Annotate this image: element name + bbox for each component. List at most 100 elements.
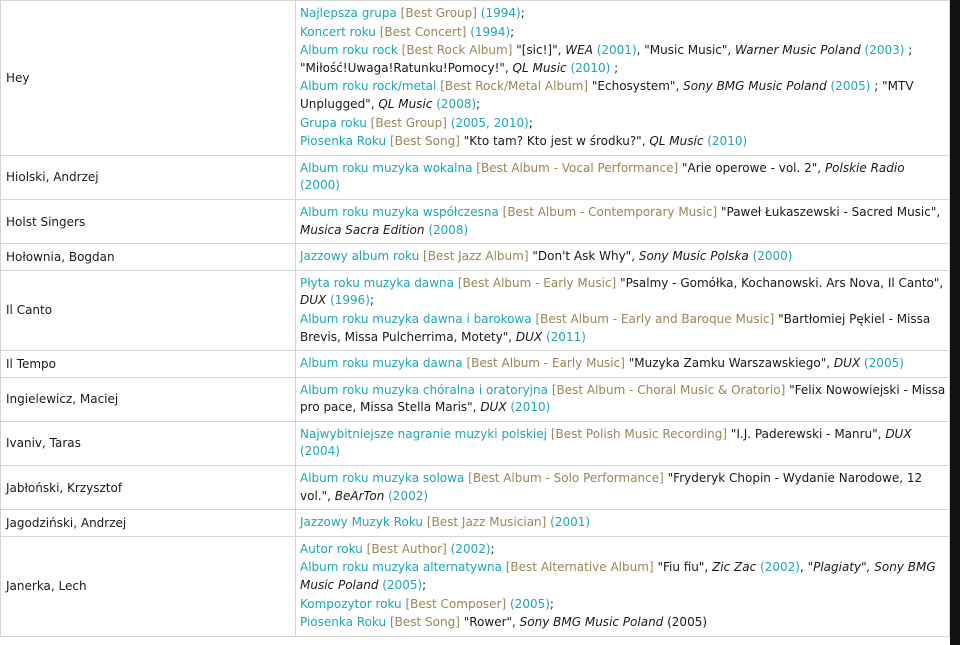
artist-row: Jabłoński, Krzysztof Album roku muzyka so…: [0, 465, 950, 511]
separator: ;: [610, 60, 619, 75]
album-title: "Echosystem",: [591, 79, 684, 94]
award-entry: Album roku muzyka solowa [Best Album - S…: [300, 470, 947, 505]
artist-name: Il Tempo: [0, 350, 296, 378]
artist-row: Hołownia, Bogdan Jazzowy album roku [Best…: [0, 243, 950, 271]
award-category-english: [Best Alternative Album]: [505, 560, 654, 575]
right-edge-bar: [950, 0, 960, 645]
award-entry: Album roku muzyka alternatywna [Best Alt…: [300, 559, 947, 594]
separator: ;: [369, 293, 375, 308]
awards-cell: Autor roku [Best Author] (2002); Album ro…: [295, 535, 950, 637]
separator: ;: [520, 6, 525, 20]
award-entry: Płyta roku muzyka dawna [Best Album - Ea…: [300, 275, 947, 310]
award-entry: Album roku muzyka dawna [Best Album - Ea…: [300, 355, 947, 373]
award-year: (2005, 2010): [450, 115, 529, 130]
artist-name: Hey: [0, 0, 296, 156]
award-category-english: [Best Concert]: [379, 24, 467, 39]
award-year: (2003): [860, 43, 905, 58]
artist-row: Il Canto Płyta roku muzyka dawna [Best Al…: [0, 269, 950, 352]
artist-row: Il Tempo Album roku muzyka dawna [Best Al…: [0, 350, 950, 378]
award-entry: Album roku muzyka dawna i barokowa [Best…: [300, 311, 947, 346]
award-category-english: [Best Album - Early Music]: [466, 356, 625, 371]
awards-table: Hey Najlepsza grupa [Best Group] (1994); K…: [0, 0, 950, 637]
award-year: (1996): [326, 293, 370, 308]
artist-row: Jagodziński, Andrzej Jazzowy Muzyk Roku […: [0, 509, 950, 537]
record-label: Sony BMG Music Poland: [519, 615, 664, 630]
award-year: (2001): [550, 515, 591, 530]
award-category-english: [Best Composer]: [405, 596, 507, 611]
award-year: (2001): [592, 43, 637, 58]
award-category: Jazzowy Muzyk Roku: [300, 515, 424, 530]
award-entry: Album roku muzyka chóralna i oratoryjna …: [300, 382, 947, 417]
award-year: (2010): [566, 60, 611, 75]
album-title: "Paweł Łukaszewski - Sacred Music",: [720, 204, 941, 219]
award-category: Album roku muzyka wokalna: [300, 160, 473, 175]
award-category: Jazzowy album roku: [300, 249, 420, 264]
award-category: Najlepsza grupa: [300, 6, 397, 20]
album-title: "Muzyka Zamku Warszawskiego",: [628, 356, 834, 371]
award-category-english: [Best Song]: [389, 134, 460, 149]
artist-row: Hey Najlepsza grupa [Best Group] (1994); K…: [0, 0, 950, 156]
award-year: (2005): [860, 356, 904, 371]
separator: ;: [422, 578, 427, 593]
artist-row: Holst Singers Album roku muzyka współczes…: [0, 198, 950, 245]
award-category-english: [Best Album - Early and Baroque Music]: [535, 311, 775, 326]
record-label: WEA: [565, 43, 593, 58]
award-category: Najwybitniejsze nagranie muzyki polskiej: [300, 426, 547, 441]
award-category: Grupa roku: [300, 115, 367, 130]
artist-name: Janerka, Lech: [0, 535, 296, 637]
awards-cell: Najwybitniejsze nagranie muzyki polskiej…: [295, 420, 950, 467]
record-label: DUX: [300, 293, 327, 308]
awards-cell: Najlepsza grupa [Best Group] (1994); Konc…: [295, 0, 950, 156]
album-title: "Psalmy - Gomółka, Kochanowski. Ars Nova…: [620, 275, 944, 290]
award-year: (2002): [450, 541, 491, 556]
award-entry: Piosenka Roku [Best Song] "Rower", Sony …: [300, 614, 947, 632]
award-year: (2010): [703, 134, 748, 149]
award-category: Koncert roku: [300, 24, 376, 39]
award-category-english: [Best Song]: [389, 615, 460, 630]
award-category-english: [Best Album - Early Music]: [457, 275, 617, 290]
award-entry: Album roku muzyka współczesna [Best Albu…: [300, 204, 947, 239]
artist-name: Hołownia, Bogdan: [0, 243, 296, 271]
award-year: (2010): [506, 400, 551, 415]
record-label: BeArTon: [334, 488, 385, 503]
artist-row: Hiolski, Andrzej Album roku muzyka wokaln…: [0, 154, 950, 200]
award-category: Album roku muzyka dawna: [300, 356, 463, 371]
album-title: "I.J. Paderewski - Manru",: [730, 426, 886, 441]
record-label: DUX: [515, 329, 543, 344]
awards-cell: Album roku muzyka współczesna [Best Albu…: [295, 198, 950, 245]
award-category-english: [Best Group]: [400, 6, 477, 20]
award-entry: Koncert roku [Best Concert] (1994);: [300, 24, 947, 42]
record-label: QL Music: [512, 60, 567, 75]
separator: ;: [549, 596, 554, 611]
album-title: "Rower",: [463, 615, 520, 630]
artist-name: Ivaniv, Taras: [0, 420, 296, 467]
separator: ;: [510, 24, 515, 39]
artist-name: Ingielewicz, Maciej: [0, 376, 296, 422]
award-entry: Jazzowy Muzyk Roku [Best Jazz Musician] …: [300, 514, 947, 532]
award-year: (1994): [480, 6, 521, 20]
separator: ;: [476, 96, 481, 111]
award-category-english: [Best Rock/Metal Album]: [440, 79, 589, 94]
award-entry: Kompozytor roku [Best Composer] (2005);: [300, 596, 947, 614]
artist-name: Holst Singers: [0, 198, 296, 245]
award-year: (2008): [432, 96, 477, 111]
award-category-english: [Best Album - Vocal Performance]: [476, 160, 679, 175]
award-category-english: [Best Album - Solo Performance]: [468, 471, 664, 486]
award-entry: Jazzowy album roku [Best Jazz Album] "Do…: [300, 248, 947, 266]
award-category: Piosenka Roku: [300, 615, 387, 630]
awards-cell: Album roku muzyka solowa [Best Album - S…: [295, 465, 950, 511]
award-category-english: [Best Jazz Musician]: [426, 515, 547, 530]
record-label: DUX: [885, 426, 912, 441]
awards-cell: Album roku muzyka chóralna i oratoryjna …: [295, 376, 950, 422]
award-category: Piosenka Roku: [300, 134, 387, 149]
artist-name: Il Canto: [0, 269, 296, 352]
award-category-english: [Best Album - Choral Music & Oratorio]: [551, 382, 786, 397]
awards-cell: Jazzowy album roku [Best Jazz Album] "Do…: [295, 243, 950, 271]
artist-name: Jabłoński, Krzysztof: [0, 465, 296, 511]
award-category: Album roku rock/metal: [300, 79, 437, 94]
record-label: QL Music: [378, 96, 433, 111]
award-category: Album roku muzyka współczesna: [300, 204, 499, 219]
record-label: Polskie Radio: [824, 160, 905, 175]
separator: ;: [528, 115, 533, 130]
artist-row: Ivaniv, Taras Najwybitniejsze nagranie mu…: [0, 420, 950, 467]
